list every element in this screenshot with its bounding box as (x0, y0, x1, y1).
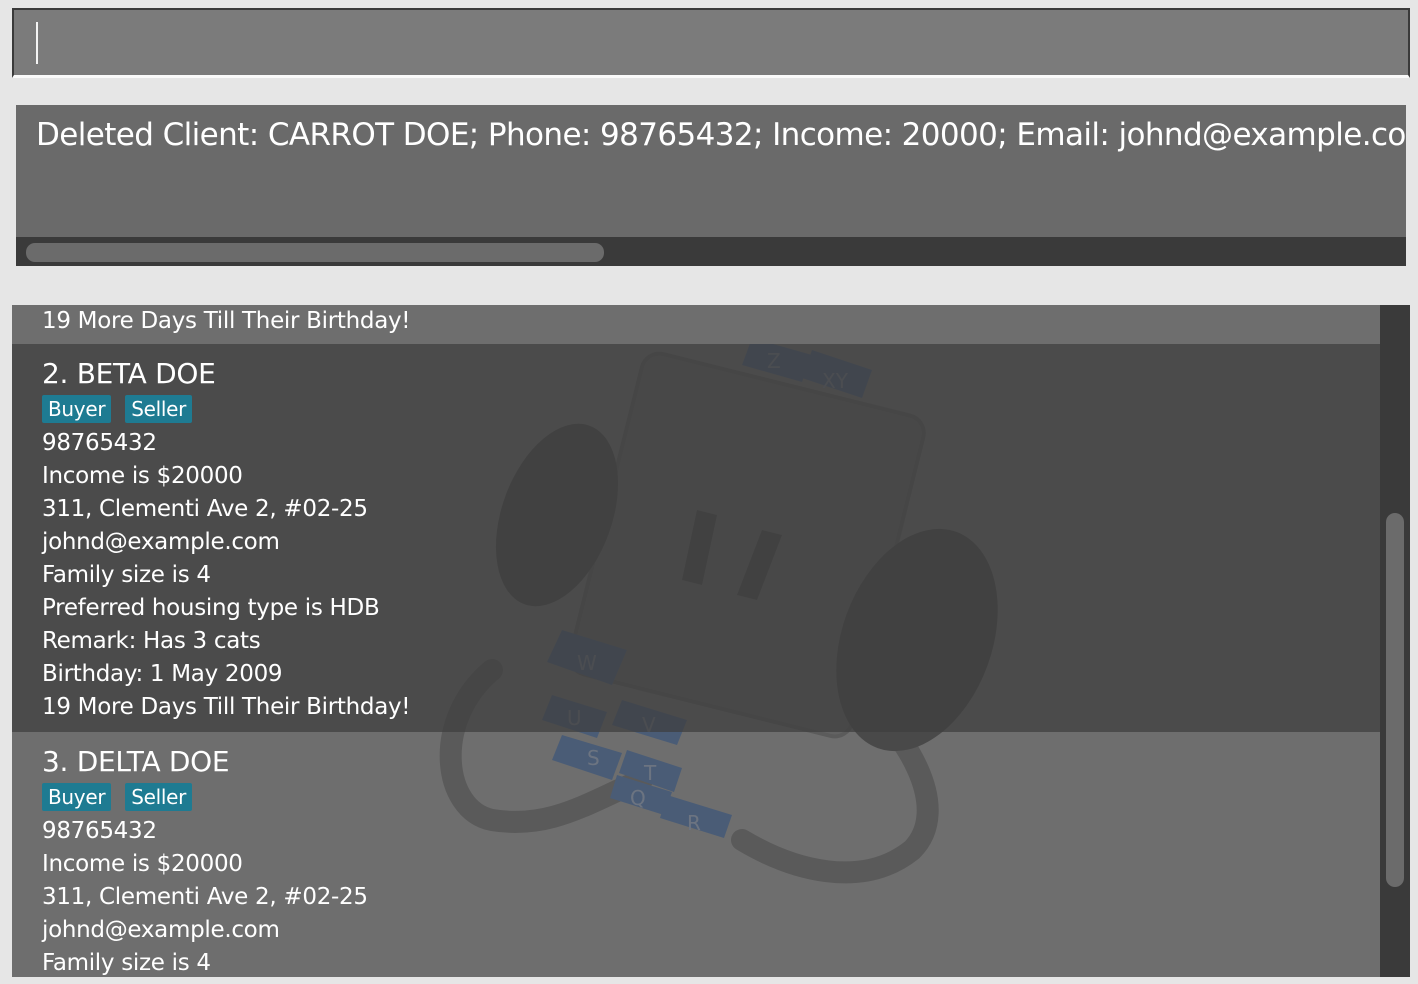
client-housing-type: Preferred housing type is HDB (42, 595, 380, 621)
list-item[interactable]: 3. DELTA DOE Buyer Seller 98765432 Incom… (12, 732, 1380, 977)
client-family-size: Family size is 4 (42, 562, 211, 588)
client-name: 2. BETA DOE (42, 357, 216, 390)
client-income: Income is $20000 (42, 463, 243, 489)
result-message: Deleted Client: CARROT DOE; Phone: 98765… (36, 117, 1406, 153)
text-caret (36, 22, 38, 64)
list-item[interactable]: 2. BETA DOE Buyer Seller 98765432 Income… (12, 344, 1380, 732)
horizontal-scrollbar[interactable] (16, 237, 1406, 266)
client-income: Income is $20000 (42, 851, 243, 877)
client-remark: Remark: Has 3 cats (42, 628, 261, 654)
birthday-countdown: 19 More Days Till Their Birthday! (42, 308, 411, 334)
vertical-scrollbar-thumb[interactable] (1386, 513, 1404, 887)
client-phone: 98765432 (42, 430, 157, 456)
birthday-countdown: 19 More Days Till Their Birthday! (42, 694, 411, 720)
horizontal-scrollbar-thumb[interactable] (26, 243, 604, 262)
client-family-size: Family size is 4 (42, 950, 211, 976)
tag-list: Buyer Seller (42, 783, 1380, 811)
tag-list: Buyer Seller (42, 395, 1380, 423)
tag-buyer: Buyer (42, 783, 112, 811)
command-input[interactable] (12, 8, 1410, 78)
client-phone: 98765432 (42, 818, 157, 844)
client-list-panel[interactable]: Z XY W U V S T Q R 19 More Days Till The… (12, 305, 1410, 977)
client-address: 311, Clementi Ave 2, #02-25 (42, 884, 368, 910)
client-email: johnd@example.com (42, 917, 280, 943)
list-item[interactable]: 19 More Days Till Their Birthday! (12, 305, 1380, 344)
tag-buyer: Buyer (42, 395, 112, 423)
tag-seller: Seller (125, 783, 193, 811)
client-name: 3. DELTA DOE (42, 745, 230, 778)
client-address: 311, Clementi Ave 2, #02-25 (42, 496, 368, 522)
tag-seller: Seller (125, 395, 193, 423)
vertical-scrollbar[interactable] (1380, 305, 1410, 977)
client-birthday: Birthday: 1 May 2009 (42, 661, 283, 687)
client-email: johnd@example.com (42, 529, 280, 555)
result-display: Deleted Client: CARROT DOE; Phone: 98765… (16, 105, 1406, 266)
